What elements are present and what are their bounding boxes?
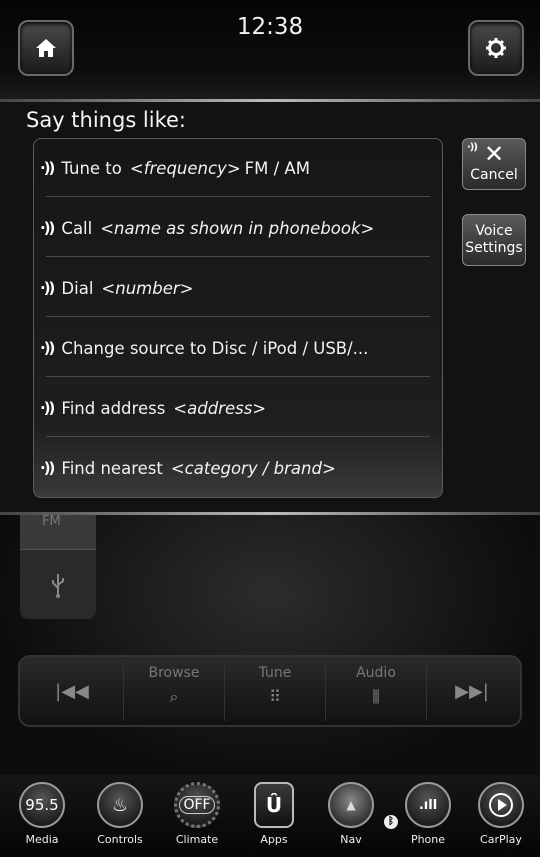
cancel-button[interactable]: ·)) ✕ Cancel (462, 138, 526, 190)
usb-icon (52, 573, 64, 598)
dock-phone-button[interactable]: .ıll Phone (393, 782, 463, 854)
seek-forward-icon: ▶▶| (455, 681, 489, 702)
voice-wave-icon: ·)) (40, 459, 55, 477)
seek-forward-button[interactable]: ▶▶| (422, 661, 522, 723)
voice-wave-icon: ·)) (40, 399, 55, 417)
signal-bars-icon: .ıll (405, 782, 451, 828)
phrase-item: ·)) Dial <number> (40, 278, 194, 298)
voice-title: Say things like: (26, 108, 187, 132)
navigation-icon: ▲ (328, 782, 374, 828)
dock-media-button[interactable]: 95.5 Media (7, 782, 77, 854)
seat-heat-icon: ♨ (97, 782, 143, 828)
dock-controls-button[interactable]: ♨ Controls (85, 782, 155, 854)
radio-background: FM |◀◀ Browse ⌕ Tune ⠿ Audio ⫼ ▶▶| (0, 515, 540, 775)
divider (46, 256, 430, 257)
voice-wave-icon: ·)) (40, 279, 55, 297)
home-icon (36, 39, 56, 57)
apps-icon: Û (254, 782, 294, 828)
bottom-dock: 95.5 Media ♨ Controls OFF Climate Û Apps… (0, 775, 540, 857)
clock: 12:38 (236, 14, 304, 40)
tune-button[interactable]: Tune ⠿ (225, 661, 325, 723)
carplay-icon (478, 782, 524, 828)
play-circle-icon (489, 793, 513, 817)
dock-apps-button[interactable]: Û Apps (239, 782, 309, 854)
seek-back-icon: |◀◀ (55, 681, 89, 702)
keypad-icon: ⠿ (269, 687, 281, 706)
voice-wave-icon: ·)) (40, 339, 55, 357)
settings-button[interactable] (468, 20, 524, 76)
dock-nav-button[interactable]: ▲ Nav (316, 782, 386, 854)
climate-icon: OFF (174, 782, 220, 828)
seek-back-button[interactable]: |◀◀ (22, 661, 122, 723)
voice-wave-icon: ·)) (40, 159, 55, 177)
phrase-item: ·)) Change source to Disc / iPod / USB/.… (40, 338, 369, 358)
phrase-item: ·)) Tune to <frequency> FM / AM (40, 158, 310, 178)
phrase-item: ·)) Find address <address> (40, 398, 267, 418)
source-fm-tab[interactable]: FM (20, 515, 96, 549)
source-selector: FM (20, 515, 96, 619)
dock-climate-button[interactable]: OFF Climate (162, 782, 232, 854)
divider (46, 316, 430, 317)
phrase-list: ·)) Tune to <frequency> FM / AM ·)) Call… (33, 138, 443, 498)
top-bar: 12:38 (0, 0, 540, 100)
divider (46, 376, 430, 377)
bluetooth-icon: ᛒ (384, 815, 398, 829)
source-usb-tab[interactable] (20, 549, 96, 619)
divider (46, 196, 430, 197)
voice-settings-button[interactable]: Voice Settings (462, 214, 526, 266)
voice-wave-icon: ·)) (40, 219, 55, 237)
voice-wave-icon: ·)) (467, 142, 478, 153)
phrase-item: ·)) Find nearest <category / brand> (40, 458, 336, 478)
phrase-item: ·)) Call <name as shown in phonebook> (40, 218, 375, 238)
divider (46, 436, 430, 437)
media-icon: 95.5 (19, 782, 65, 828)
voice-command-overlay: Say things like: ·)) Tune to <frequency>… (0, 102, 540, 512)
dock-carplay-button[interactable]: CarPlay (466, 782, 536, 854)
radio-control-strip: |◀◀ Browse ⌕ Tune ⠿ Audio ⫼ ▶▶| (18, 655, 522, 727)
gear-icon (486, 38, 506, 58)
equalizer-icon: ⫼ (372, 687, 380, 706)
browse-icon: ⌕ (169, 687, 179, 706)
cancel-label: Cancel (470, 167, 518, 183)
screen: 12:38 Say things like: ·)) Tune to <freq… (0, 0, 540, 857)
audio-button[interactable]: Audio ⫼ (326, 661, 426, 723)
browse-button[interactable]: Browse ⌕ (124, 661, 224, 723)
